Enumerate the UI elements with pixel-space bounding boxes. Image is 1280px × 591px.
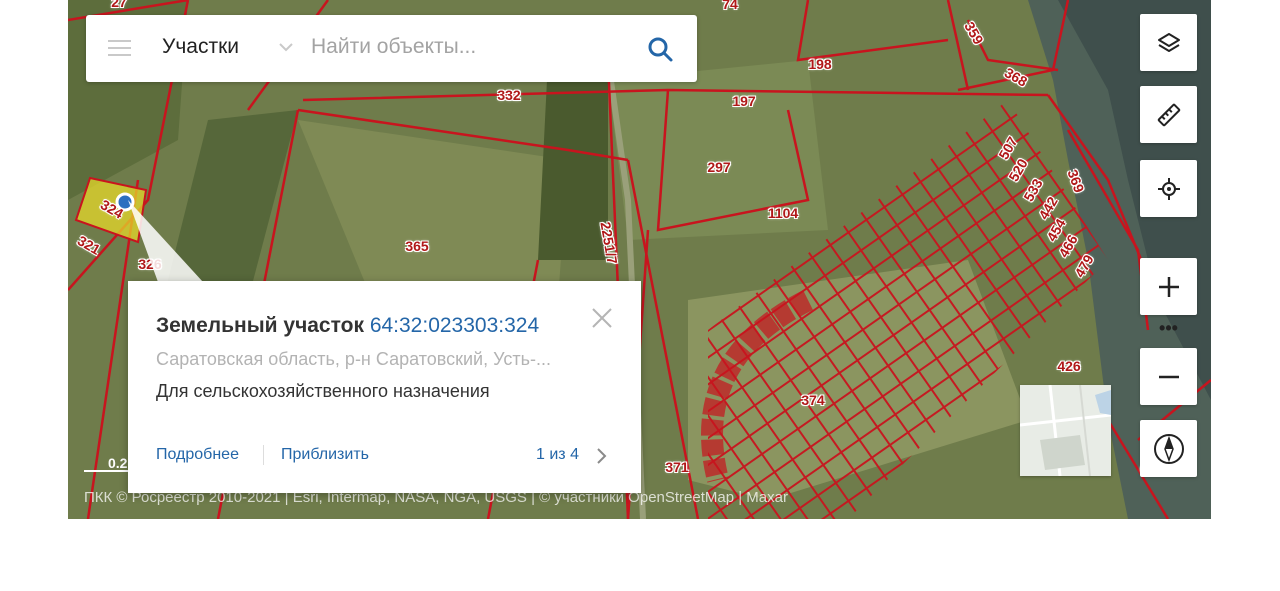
close-icon[interactable] bbox=[591, 307, 613, 329]
parcel-label[interactable]: 297 bbox=[707, 159, 730, 175]
basemap-thumbnail bbox=[1019, 384, 1112, 477]
layer-select[interactable]: Участки bbox=[162, 35, 239, 59]
parcel-label[interactable]: 27 bbox=[111, 0, 127, 10]
layers-icon bbox=[1157, 32, 1180, 52]
locate-icon bbox=[1157, 177, 1180, 200]
zoom-in-button[interactable] bbox=[1140, 258, 1197, 315]
popup-title: Земельный участок 64:32:023303:324 bbox=[156, 314, 539, 338]
parcel-label[interactable]: 74 bbox=[722, 0, 738, 12]
cadastral-number[interactable]: 64:32:023303:324 bbox=[370, 314, 539, 337]
zoom-out-button[interactable] bbox=[1140, 348, 1197, 405]
parcel-label[interactable]: 332 bbox=[497, 87, 520, 103]
parcel-label[interactable]: 371 bbox=[665, 459, 688, 475]
result-pager: 1 из 4 bbox=[536, 446, 579, 463]
parcel-label[interactable]: 1104 bbox=[768, 205, 798, 221]
popup-pointer bbox=[128, 200, 203, 282]
compass-button[interactable] bbox=[1140, 420, 1197, 477]
parcel-label[interactable]: 365 bbox=[405, 238, 428, 254]
parcel-popup: Земельный участок 64:32:023303:324 Сарат… bbox=[128, 281, 641, 493]
plus-icon bbox=[1158, 276, 1179, 297]
ruler-icon bbox=[1157, 103, 1180, 126]
link-divider bbox=[263, 445, 264, 465]
scale-label: 0.2 bbox=[108, 455, 128, 471]
chevron-down-icon[interactable] bbox=[276, 37, 296, 57]
hamburger-icon[interactable] bbox=[108, 40, 131, 57]
chevron-right-icon[interactable] bbox=[594, 445, 610, 467]
parcel-label[interactable]: 198 bbox=[808, 56, 831, 72]
search-bar: Участки bbox=[86, 15, 697, 82]
parcel-address: Саратовская область, р-н Саратовский, Ус… bbox=[156, 349, 551, 369]
parcel-purpose: Для сельскохозяйственного назначения bbox=[156, 381, 490, 401]
minus-icon bbox=[1158, 375, 1179, 378]
parcel-label[interactable]: 374 bbox=[801, 392, 824, 408]
layers-button[interactable] bbox=[1140, 14, 1197, 71]
basemap-switcher[interactable] bbox=[1019, 384, 1112, 477]
zoom-to-link[interactable]: Приблизить bbox=[281, 446, 369, 464]
parcel-label[interactable]: 197 bbox=[732, 93, 755, 109]
search-icon[interactable] bbox=[646, 35, 676, 65]
popup-title-text: Земельный участок bbox=[156, 314, 364, 337]
parcel-label[interactable]: 426 bbox=[1057, 358, 1080, 374]
more-button[interactable]: ••• bbox=[1140, 318, 1197, 339]
locate-button[interactable] bbox=[1140, 160, 1197, 217]
details-link[interactable]: Подробнее bbox=[156, 446, 239, 464]
ruler-button[interactable] bbox=[1140, 86, 1197, 143]
compass-icon bbox=[1153, 433, 1184, 464]
search-input[interactable] bbox=[311, 35, 641, 59]
